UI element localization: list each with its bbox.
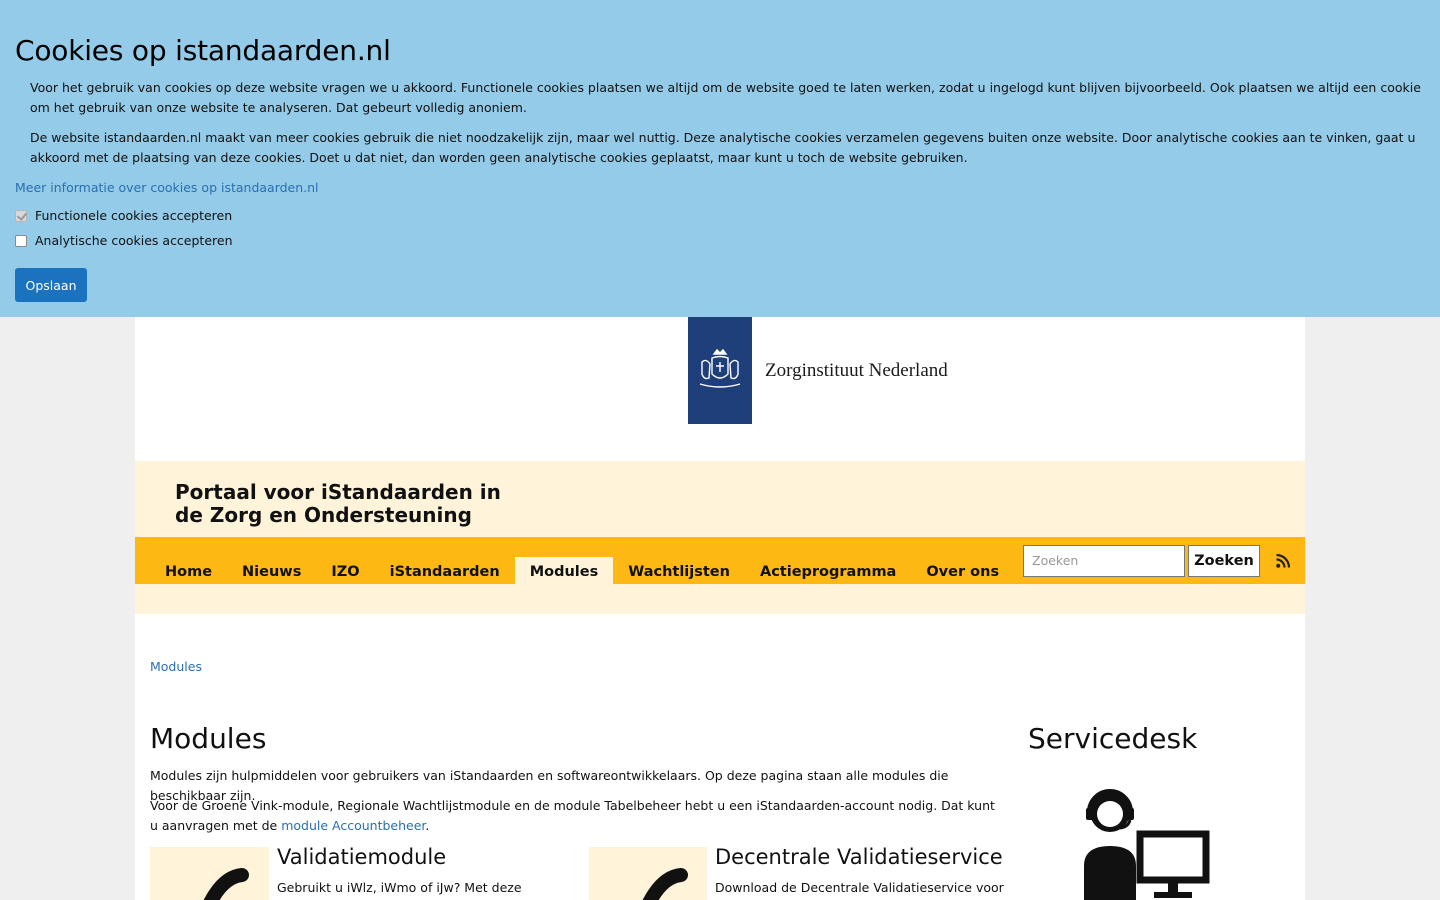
analytic-cookies-label[interactable]: Analytische cookies accepteren xyxy=(35,233,233,248)
functional-cookies-label: Functionele cookies accepteren xyxy=(35,208,233,223)
intro2-text-before: Voor de Groene Vink-module, Regionale Wa… xyxy=(150,798,995,833)
cookie-more-info-link[interactable]: Meer informatie over cookies op istandaa… xyxy=(15,178,319,198)
card-decentrale-validatieservice-text: Download de Decentrale Validatieservice … xyxy=(715,880,1004,895)
header-band: Portaal voor iStandaarden in de Zorg en … xyxy=(135,461,1305,537)
sub-nav-band xyxy=(135,584,1305,614)
rss-icon[interactable] xyxy=(1276,554,1290,568)
card-decentrale-validatieservice-title[interactable]: Decentrale Validatieservice xyxy=(715,845,1003,869)
cookie-banner: Cookies op istandaarden.nl Voor het gebr… xyxy=(0,0,1440,317)
nav-item-home[interactable]: Home xyxy=(150,557,227,584)
card-validatiemodule-text: Gebruikt u iWlz, iWmo of iJw? Met deze m… xyxy=(277,880,522,895)
analytic-cookies-option[interactable]: Analytische cookies accepteren xyxy=(15,233,233,248)
nav-item-modules[interactable]: Modules xyxy=(514,557,614,584)
breadcrumb[interactable]: Modules xyxy=(150,659,202,674)
intro2-text-after: . xyxy=(425,818,430,833)
card-validatiemodule-thumbnail[interactable] xyxy=(150,847,269,900)
rijkswapen-icon xyxy=(688,317,752,424)
pen-icon xyxy=(642,868,688,900)
save-button[interactable]: Opslaan xyxy=(15,268,87,302)
site-title[interactable]: Portaal voor iStandaarden in de Zorg en … xyxy=(175,481,515,527)
intro-paragraph-2: Voor de Groene Vink-module, Regionale Wa… xyxy=(150,796,1005,836)
nav-item-over-ons[interactable]: Over ons xyxy=(911,557,1014,584)
cookie-paragraph-1: Voor het gebruik van cookies op deze web… xyxy=(30,80,1421,115)
servicedesk-title: Servicedesk xyxy=(1028,722,1198,755)
site-logo[interactable]: Zorginstituut Nederland xyxy=(688,317,948,424)
card-validatiemodule-title[interactable]: Validatiemodule xyxy=(277,845,446,869)
account-link[interactable]: module Accountbeheer xyxy=(281,818,425,833)
nav-item-istandaarden[interactable]: iStandaarden xyxy=(375,557,515,584)
card-decentrale-validatieservice-thumbnail[interactable] xyxy=(589,847,707,900)
search-input[interactable]: Zoeken xyxy=(1023,545,1185,577)
analytic-cookies-checkbox[interactable] xyxy=(15,234,27,247)
servicedesk-icon xyxy=(1084,789,1210,900)
cookie-paragraph-2: De website istandaarden.nl maakt van mee… xyxy=(30,130,1416,165)
nav-item-izo[interactable]: IZO xyxy=(316,557,374,584)
nav-items: Home Nieuws IZO iStandaarden Modules Wac… xyxy=(150,557,1085,584)
main-nav: Home Nieuws IZO iStandaarden Modules Wac… xyxy=(135,537,1305,584)
page-title: Modules xyxy=(150,722,267,755)
nav-item-wachtlijsten[interactable]: Wachtlijsten xyxy=(613,557,745,584)
functional-cookies-option: Functionele cookies accepteren xyxy=(15,208,232,223)
nav-item-nieuws[interactable]: Nieuws xyxy=(227,557,316,584)
nav-item-actieprogramma[interactable]: Actieprogramma xyxy=(745,557,911,584)
pen-icon xyxy=(203,868,249,900)
logo-text: Zorginstituut Nederland xyxy=(765,359,948,381)
functional-cookies-checkbox xyxy=(15,209,27,222)
search-button[interactable]: Zoeken xyxy=(1188,545,1260,577)
cookie-title: Cookies op istandaarden.nl xyxy=(15,34,391,67)
